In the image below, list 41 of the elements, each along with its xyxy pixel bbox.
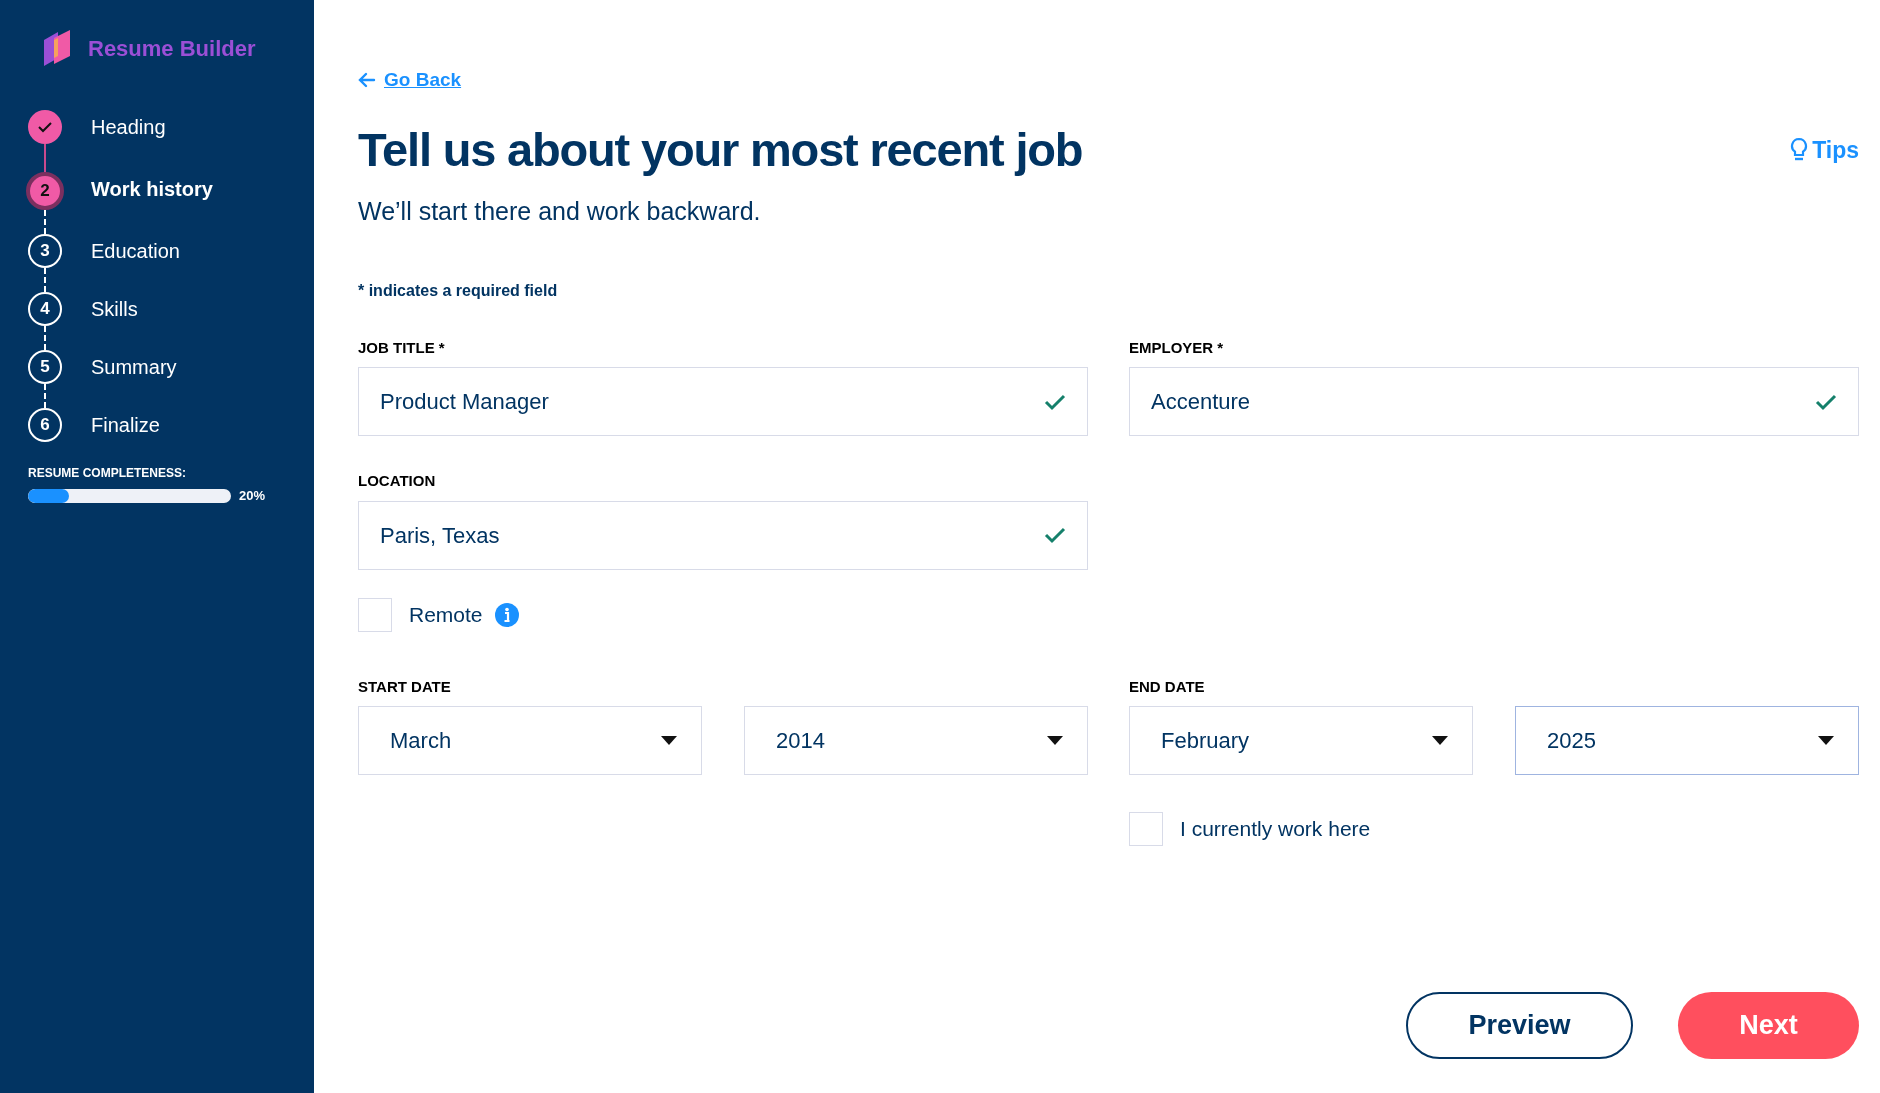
field-label: EMPLOYER * — [1129, 337, 1225, 358]
current-job-checkbox[interactable] — [1129, 812, 1163, 846]
dropdown-select[interactable]: March — [358, 706, 702, 775]
remote-checkbox[interactable] — [358, 597, 392, 632]
caret-icon — [1432, 736, 1448, 745]
text-input-field[interactable]: Paris, Texas — [358, 500, 1088, 570]
caret-icon — [1818, 736, 1834, 745]
caret-icon — [661, 736, 677, 745]
step-label[interactable]: Finalize — [91, 408, 160, 442]
page-title: Tell us about your most recent job — [358, 121, 1083, 178]
field-label: END DATE — [1129, 676, 1206, 697]
info-icon[interactable] — [494, 602, 519, 627]
page-subtitle: We’ll start there and work backward. — [358, 196, 762, 227]
step-number: 6 — [28, 408, 62, 442]
step-number: 2 — [26, 172, 64, 210]
step-label[interactable]: Work history — [91, 172, 213, 206]
preview-button[interactable]: Preview — [1406, 992, 1633, 1059]
step-number: 4 — [28, 292, 62, 326]
field-label: JOB TITLE * — [358, 337, 446, 358]
step-label[interactable]: Skills — [91, 292, 138, 326]
field-label: START DATE — [358, 676, 452, 697]
step-number: 3 — [28, 234, 62, 268]
remote-label: Remote — [409, 601, 483, 628]
completeness-percent: 20% — [239, 487, 266, 505]
brand-name: Resume Builder — [88, 34, 256, 63]
field-label: LOCATION — [358, 471, 437, 491]
completeness-label: RESUME COMPLETENESS: — [28, 465, 187, 482]
dropdown-select[interactable]: February — [1129, 706, 1473, 775]
step-number: 5 — [28, 350, 62, 384]
dropdown-select[interactable]: 2025 — [1515, 706, 1859, 775]
lightbulb-icon — [1790, 136, 1809, 163]
text-input-field[interactable]: Accenture — [1129, 367, 1859, 436]
caret-icon — [1047, 736, 1063, 745]
step-label[interactable]: Heading — [91, 110, 166, 144]
back-arrow-icon — [358, 72, 376, 89]
dropdown-select[interactable]: 2014 — [744, 706, 1088, 775]
step-label[interactable]: Summary — [91, 350, 177, 384]
step-label[interactable]: Education — [91, 234, 180, 268]
current-job-label: I currently work here — [1180, 816, 1371, 843]
required-note: * indicates a required field — [358, 280, 559, 301]
text-input-field[interactable]: Product Manager — [358, 367, 1088, 436]
